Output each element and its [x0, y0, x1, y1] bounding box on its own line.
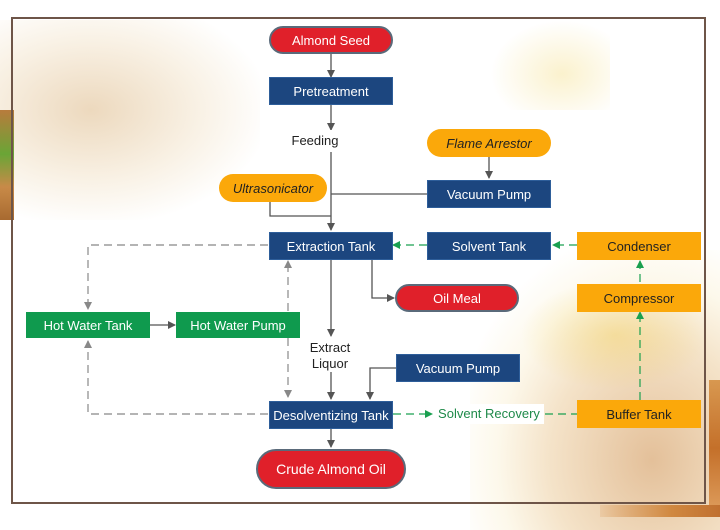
node-flame-arrestor[interactable]: Flame Arrestor — [427, 129, 551, 157]
node-buffer-tank[interactable]: Buffer Tank — [577, 400, 701, 428]
node-condenser[interactable]: Condenser — [577, 232, 701, 260]
label-extract-liquor: Extract Liquor — [300, 340, 360, 372]
label-extract-liquor-line2: Liquor — [311, 356, 349, 371]
dashed-desolventizing-to-hw-tank — [84, 340, 268, 415]
node-crude-almond-oil[interactable]: Crude Almond Oil — [256, 449, 406, 489]
node-ultrasonicator[interactable]: Ultrasonicator — [219, 174, 327, 202]
node-desolventizing-tank[interactable]: Desolventizing Tank — [269, 401, 393, 429]
label-extract-liquor-line1: Extract — [309, 340, 351, 355]
arrow-vacuum-to-desolventizing — [366, 367, 396, 400]
node-oil-meal[interactable]: Oil Meal — [395, 284, 519, 312]
node-pretreatment[interactable]: Pretreatment — [269, 77, 393, 105]
node-compressor[interactable]: Compressor — [577, 284, 701, 312]
node-almond-seed[interactable]: Almond Seed — [269, 26, 393, 54]
label-feeding: Feeding — [280, 130, 350, 152]
node-hot-water-tank[interactable]: Hot Water Tank — [26, 312, 150, 338]
node-extraction-tank[interactable]: Extraction Tank — [269, 232, 393, 260]
line-ultrasonicator-to-feed — [269, 202, 331, 217]
node-vacuum-pump-bottom[interactable]: Vacuum Pump — [396, 354, 520, 382]
node-vacuum-pump-top[interactable]: Vacuum Pump — [427, 180, 551, 208]
dashed-extraction-to-hw-tank — [84, 244, 268, 310]
node-solvent-tank[interactable]: Solvent Tank — [427, 232, 551, 260]
node-hot-water-pump[interactable]: Hot Water Pump — [176, 312, 300, 338]
arrow-extraction-to-oil-meal — [371, 260, 395, 302]
label-solvent-recovery: Solvent Recovery — [434, 404, 544, 424]
